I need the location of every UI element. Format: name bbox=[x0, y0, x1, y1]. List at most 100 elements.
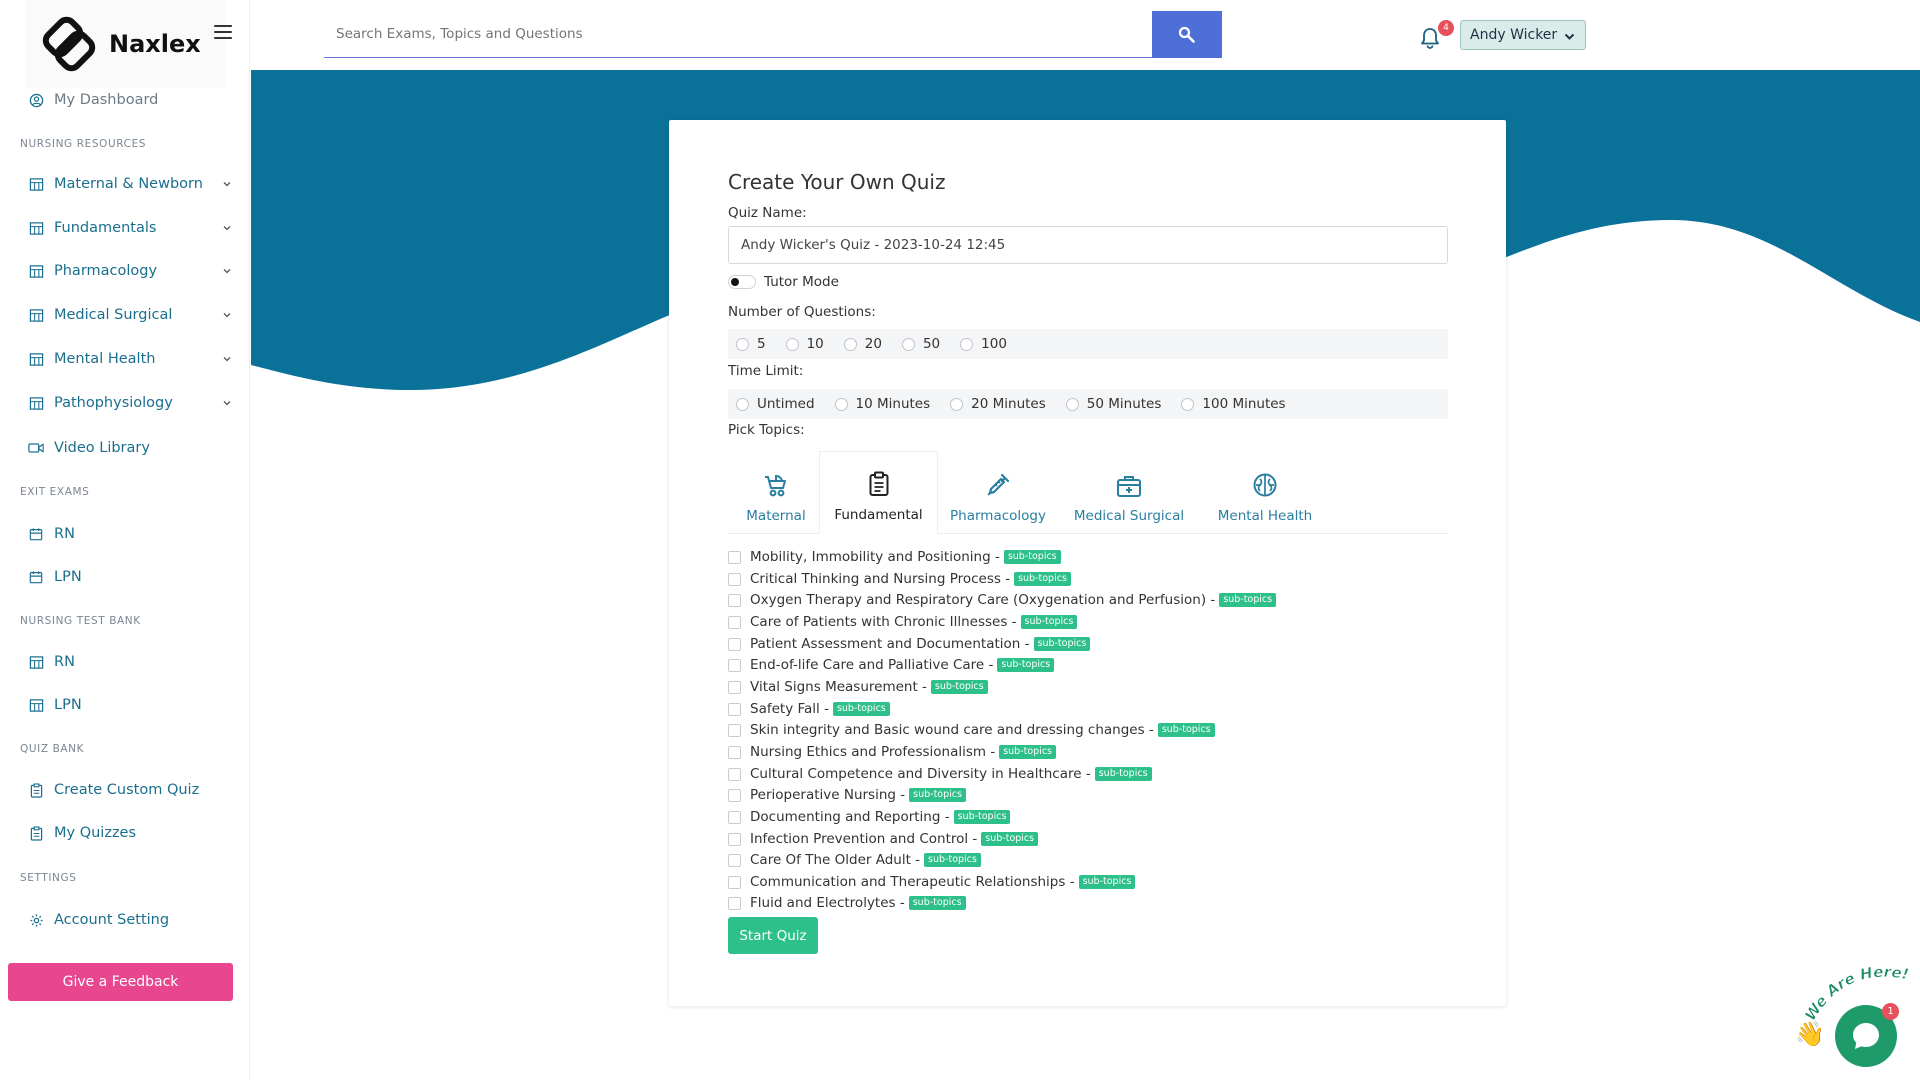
topic-checkbox[interactable] bbox=[728, 745, 741, 759]
time-limit-option[interactable]: 50 Minutes bbox=[1065, 396, 1161, 412]
topic-item[interactable]: Care of Patients with Chronic Illnesses … bbox=[728, 614, 1078, 630]
sub-topics-badge[interactable]: sub-topics bbox=[908, 896, 966, 910]
give-feedback-button[interactable]: Give a Feedback bbox=[8, 963, 233, 1001]
radio-button[interactable] bbox=[785, 337, 799, 351]
search-input[interactable] bbox=[324, 11, 1152, 57]
sub-topics-badge[interactable]: sub-topics bbox=[1094, 767, 1152, 781]
topic-item[interactable]: Communication and Therapeutic Relationsh… bbox=[728, 874, 1136, 890]
sub-topics-badge[interactable]: sub-topics bbox=[999, 745, 1057, 759]
topic-item[interactable]: Perioperative Nursing - sub-topics bbox=[728, 787, 966, 803]
topic-item[interactable]: Skin integrity and Basic wound care and … bbox=[728, 722, 1215, 738]
topic-item[interactable]: Oxygen Therapy and Respiratory Care (Oxy… bbox=[728, 592, 1277, 608]
radio-button[interactable] bbox=[1065, 397, 1079, 411]
sub-topics-badge[interactable]: sub-topics bbox=[997, 658, 1055, 672]
search-button[interactable] bbox=[1152, 11, 1222, 58]
nav-pharmacology[interactable]: Pharmacology bbox=[28, 263, 231, 279]
topic-checkbox[interactable] bbox=[728, 702, 741, 716]
radio-button[interactable] bbox=[960, 337, 974, 351]
num-questions-option[interactable]: 10 bbox=[785, 336, 824, 352]
topic-checkbox[interactable] bbox=[728, 593, 741, 607]
topic-checkbox[interactable] bbox=[728, 615, 741, 629]
topic-item[interactable]: Care Of The Older Adult - sub-topics bbox=[728, 852, 981, 868]
radio-button[interactable] bbox=[736, 397, 749, 411]
topic-item[interactable]: Fluid and Electrolytes - sub-topics bbox=[728, 895, 966, 911]
nav-video-library[interactable]: Video Library bbox=[28, 440, 228, 456]
topic-checkbox[interactable] bbox=[728, 550, 741, 564]
topic-checkbox[interactable] bbox=[728, 810, 741, 824]
sub-topics-badge[interactable]: sub-topics bbox=[1219, 593, 1277, 607]
nav-mental-health[interactable]: Mental Health bbox=[28, 351, 231, 367]
nav-medical-surgical[interactable]: Medical Surgical bbox=[28, 307, 231, 323]
sub-topics-badge[interactable]: sub-topics bbox=[1157, 723, 1215, 737]
user-menu-button[interactable]: Andy Wicker bbox=[1460, 20, 1586, 50]
topic-checkbox[interactable] bbox=[728, 572, 741, 586]
sub-topics-badge[interactable]: sub-topics bbox=[1078, 875, 1136, 889]
quiz-name-input[interactable]: Andy Wicker's Quiz - 2023-10-24 12:45 bbox=[728, 226, 1448, 264]
nav-fundamentals[interactable]: Fundamentals bbox=[28, 220, 231, 236]
nav-exit-lpn[interactable]: LPN bbox=[28, 569, 228, 585]
tab-pharmacology[interactable]: Pharmacology bbox=[943, 451, 1053, 534]
radio-button[interactable] bbox=[736, 337, 749, 351]
topic-checkbox[interactable] bbox=[728, 832, 741, 846]
sub-topics-badge[interactable]: sub-topics bbox=[930, 680, 988, 694]
radio-button[interactable] bbox=[950, 397, 964, 411]
topic-item[interactable]: Mobility, Immobility and Positioning - su… bbox=[728, 549, 1061, 565]
nav-my-quizzes[interactable]: My Quizzes bbox=[28, 825, 228, 841]
radio-button[interactable] bbox=[901, 337, 915, 351]
chat-widget[interactable]: We Are Here! 👋 1 bbox=[1795, 960, 1920, 1075]
tab-maternal[interactable]: Maternal bbox=[733, 451, 819, 534]
topic-checkbox[interactable] bbox=[728, 875, 741, 889]
start-quiz-button[interactable]: Start Quiz bbox=[728, 917, 818, 954]
nav-pathophysiology[interactable]: Pathophysiology bbox=[28, 395, 231, 411]
topic-checkbox[interactable] bbox=[728, 637, 741, 651]
topic-item[interactable]: Vital Signs Measurement - sub-topics bbox=[728, 679, 988, 695]
sub-topics-badge[interactable]: sub-topics bbox=[1020, 615, 1078, 629]
nav-my-dashboard[interactable]: My Dashboard bbox=[28, 92, 228, 108]
logo[interactable]: Naxlex bbox=[25, 0, 225, 88]
num-questions-option[interactable]: 100 bbox=[960, 336, 1007, 352]
topic-checkbox[interactable] bbox=[728, 896, 741, 910]
time-limit-option[interactable]: 10 Minutes bbox=[834, 396, 930, 412]
nav-testbank-rn[interactable]: RN bbox=[28, 654, 228, 670]
sub-topics-badge[interactable]: sub-topics bbox=[832, 702, 890, 716]
radio-button[interactable] bbox=[843, 337, 857, 351]
num-questions-option[interactable]: 50 bbox=[901, 336, 940, 352]
topic-checkbox[interactable] bbox=[728, 853, 741, 867]
nav-account-setting[interactable]: Account Setting bbox=[28, 912, 228, 928]
topic-checkbox[interactable] bbox=[728, 658, 741, 672]
topic-item[interactable]: Documenting and Reporting - sub-topics bbox=[728, 809, 1011, 825]
topic-checkbox[interactable] bbox=[728, 723, 741, 737]
nav-exit-rn[interactable]: RN bbox=[28, 526, 228, 542]
sub-topics-badge[interactable]: sub-topics bbox=[953, 810, 1011, 824]
topic-item[interactable]: Infection Prevention and Control - sub-to… bbox=[728, 831, 1039, 847]
topic-item[interactable]: Cultural Competence and Diversity in Hea… bbox=[728, 766, 1152, 782]
radio-button[interactable] bbox=[1181, 397, 1195, 411]
topic-checkbox[interactable] bbox=[728, 680, 741, 694]
num-questions-option[interactable]: 20 bbox=[843, 336, 882, 352]
time-limit-option[interactable]: Untimed bbox=[736, 396, 815, 412]
sub-topics-badge[interactable]: sub-topics bbox=[981, 832, 1039, 846]
tab-medical-surgical[interactable]: Medical Surgical bbox=[1063, 451, 1195, 534]
time-limit-option[interactable]: 20 Minutes bbox=[950, 396, 1046, 412]
time-limit-option[interactable]: 100 Minutes bbox=[1181, 396, 1286, 412]
num-questions-option[interactable]: 5 bbox=[736, 336, 766, 352]
tab-fundamental[interactable]: Fundamental bbox=[819, 451, 938, 534]
topic-item[interactable]: End-of-life Care and Palliative Care - su… bbox=[728, 657, 1055, 673]
sub-topics-badge[interactable]: sub-topics bbox=[1014, 572, 1071, 586]
sub-topics-badge[interactable]: sub-topics bbox=[924, 853, 981, 867]
tutor-mode-toggle[interactable] bbox=[728, 275, 756, 289]
radio-button[interactable] bbox=[834, 397, 848, 411]
menu-toggle-icon[interactable] bbox=[214, 25, 232, 41]
topic-item[interactable]: Safety Fall - sub-topics bbox=[728, 701, 890, 717]
tab-mental-health[interactable]: Mental Health bbox=[1205, 451, 1325, 534]
topic-item[interactable]: Nursing Ethics and Professionalism - sub-… bbox=[728, 744, 1057, 760]
topic-checkbox[interactable] bbox=[728, 788, 741, 802]
sub-topics-badge[interactable]: sub-topics bbox=[909, 788, 966, 802]
sub-topics-badge[interactable]: sub-topics bbox=[1033, 637, 1091, 651]
nav-maternal-newborn[interactable]: Maternal & Newborn bbox=[28, 176, 231, 192]
topic-item[interactable]: Patient Assessment and Documentation - su… bbox=[728, 636, 1091, 652]
topic-item[interactable]: Critical Thinking and Nursing Process -s… bbox=[728, 571, 1071, 587]
topic-checkbox[interactable] bbox=[728, 767, 741, 781]
nav-create-custom-quiz[interactable]: Create Custom Quiz bbox=[28, 782, 228, 798]
sub-topics-badge[interactable]: sub-topics bbox=[1003, 550, 1061, 564]
